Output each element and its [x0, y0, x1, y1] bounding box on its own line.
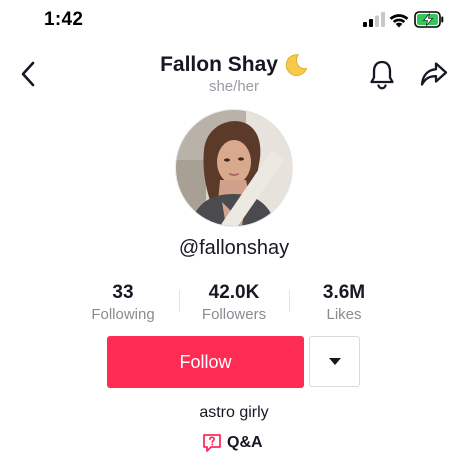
stat-label: Following [91, 306, 155, 323]
stat-following[interactable]: 33 Following [73, 282, 173, 323]
stat-label: Likes [326, 306, 362, 323]
chevron-left-icon [21, 61, 35, 87]
stat-divider [179, 290, 180, 312]
profile-name: Fallon Shay [160, 53, 278, 76]
stat-likes[interactable]: 3.6M Likes [294, 282, 394, 323]
qa-link[interactable]: Q&A [202, 432, 263, 454]
pronouns: she/her [208, 78, 260, 95]
share-arrow-icon[interactable] [419, 60, 449, 88]
qa-label: Q&A [227, 434, 263, 451]
profile-name-row: Fallon Shay [160, 53, 308, 77]
stat-value: 33 [112, 282, 134, 303]
avatar[interactable] [176, 110, 292, 226]
back-button[interactable] [14, 58, 42, 90]
stat-value: 42.0K [208, 282, 260, 303]
wifi-icon [389, 14, 409, 28]
stat-followers[interactable]: 42.0K Followers [184, 282, 284, 323]
profile-photo [176, 110, 292, 226]
question-bubble-icon [203, 434, 221, 452]
caret-down-icon [328, 358, 341, 365]
status-time: 1:42 [44, 9, 84, 30]
follow-button[interactable]: Follow [107, 336, 304, 388]
more-options-button[interactable] [309, 336, 360, 387]
profile-header: Fallon Shay she/her [100, 53, 368, 95]
bio-text: astro girly [199, 404, 269, 421]
stat-label: Followers [201, 306, 267, 323]
cellular-signal-icon [363, 12, 385, 27]
crescent-moon-icon [285, 54, 308, 77]
stat-value: 3.6M [322, 282, 366, 303]
stat-divider [289, 290, 290, 312]
username: @fallonshay [178, 237, 290, 259]
battery-charging-icon [414, 11, 444, 28]
bell-icon[interactable] [367, 58, 397, 90]
